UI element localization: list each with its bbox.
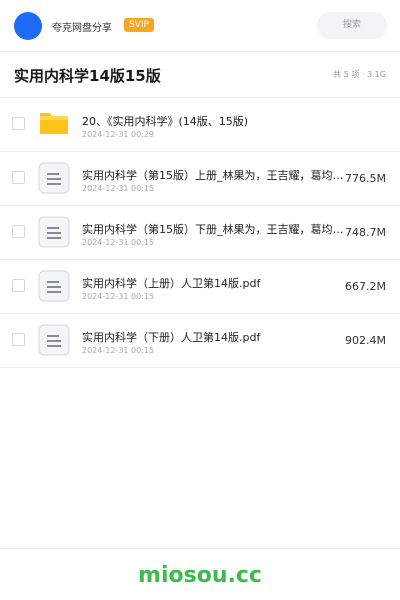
file-date: 2024-12-31 00:15 xyxy=(82,184,155,193)
watermark: miosou.cc xyxy=(138,563,262,588)
svip-badge: SVIP xyxy=(124,18,154,32)
file-date: 2024-12-31 00:15 xyxy=(82,292,155,301)
file-name[interactable]: 实用内科学（第15版）下册_林果为，王吉耀，葛均波… xyxy=(82,221,352,237)
file-list: 20、《实用内科学》(14版、15版) 2024-12-31 00:29 实用内… xyxy=(0,98,400,368)
document-icon xyxy=(38,216,70,248)
file-size: 902.4M xyxy=(345,334,386,347)
file-name[interactable]: 实用内科学（第15版）上册_林果为，王吉耀，葛均波… xyxy=(82,167,352,183)
file-row[interactable]: 实用内科学（第15版）下册_林果为，王吉耀，葛均波… 2024-12-31 00… xyxy=(0,206,400,260)
file-date: 2024-12-31 00:15 xyxy=(82,238,155,247)
folder-header: 实用内科学14版15版 共 5 项 · 3.1G xyxy=(0,52,400,98)
document-icon xyxy=(38,324,70,356)
search-input[interactable]: 搜索 xyxy=(317,12,387,39)
file-size: 667.2M xyxy=(345,280,386,293)
file-row[interactable]: 实用内科学（下册）人卫第14版.pdf 2024-12-31 00:15 902… xyxy=(0,314,400,368)
file-name[interactable]: 实用内科学（下册）人卫第14版.pdf xyxy=(82,329,352,345)
row-checkbox[interactable] xyxy=(12,171,25,184)
row-checkbox[interactable] xyxy=(12,333,25,346)
document-icon xyxy=(38,162,70,194)
folder-summary: 共 5 项 · 3.1G xyxy=(333,70,386,79)
file-size: 748.7M xyxy=(345,226,386,239)
file-row[interactable]: 实用内科学（上册）人卫第14版.pdf 2024-12-31 00:15 667… xyxy=(0,260,400,314)
file-date: 2024-12-31 00:15 xyxy=(82,346,155,355)
file-name[interactable]: 20、《实用内科学》(14版、15版) xyxy=(82,113,352,129)
file-name[interactable]: 实用内科学（上册）人卫第14版.pdf xyxy=(82,275,352,291)
document-icon xyxy=(38,270,70,302)
file-row-folder[interactable]: 20、《实用内科学》(14版、15版) 2024-12-31 00:29 xyxy=(0,98,400,152)
footer: miosou.cc xyxy=(0,548,400,600)
file-date: 2024-12-31 00:29 xyxy=(82,130,155,139)
file-row[interactable]: 实用内科学（第15版）上册_林果为，王吉耀，葛均波… 2024-12-31 00… xyxy=(0,152,400,206)
avatar[interactable] xyxy=(14,12,42,40)
row-checkbox[interactable] xyxy=(12,279,25,292)
app-name: 夸克网盘分享 xyxy=(52,23,112,34)
file-size: 776.5M xyxy=(345,172,386,185)
top-bar: 夸克网盘分享 SVIP 搜索 xyxy=(0,0,400,52)
row-checkbox[interactable] xyxy=(12,117,25,130)
page-title: 实用内科学14版15版 xyxy=(14,67,161,85)
folder-icon xyxy=(40,113,68,134)
row-checkbox[interactable] xyxy=(12,225,25,238)
